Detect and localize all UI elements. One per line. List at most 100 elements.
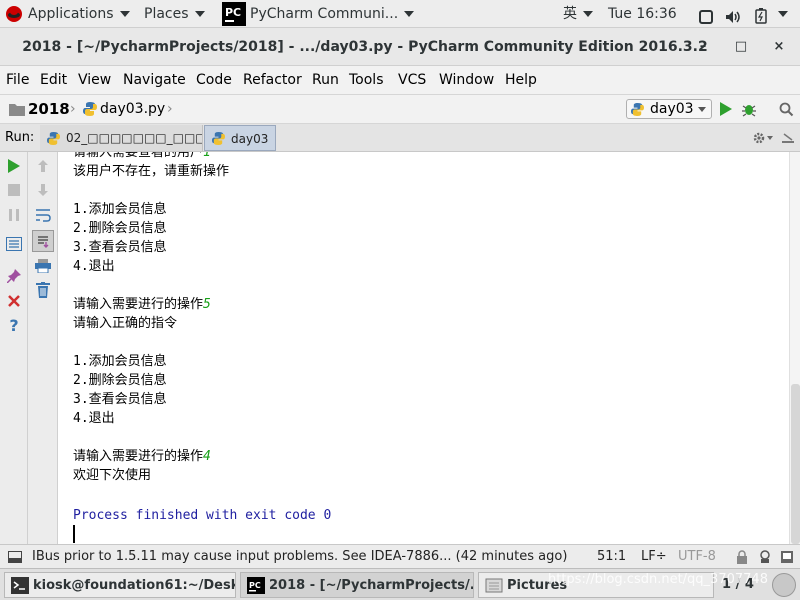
clock[interactable]: Tue 16:36	[608, 0, 677, 28]
window-overview-icon[interactable]	[699, 6, 713, 24]
applications-label: Applications	[28, 6, 114, 22]
close-run-icon[interactable]	[4, 291, 24, 311]
menu-code[interactable]: Code	[196, 66, 232, 94]
run-config-select[interactable]: day03	[626, 99, 712, 119]
dump-threads-icon[interactable]	[4, 234, 24, 254]
volume-icon[interactable]	[725, 6, 741, 23]
tool-window-toggle-icon[interactable]	[8, 551, 22, 563]
text-cursor	[73, 525, 75, 543]
console-text: 请输入需要查看的用户	[73, 152, 204, 160]
menu-vcs[interactable]: VCS	[398, 66, 426, 94]
menu-refactor[interactable]: Refactor	[243, 66, 302, 94]
breadcrumb-file[interactable]: day03.py	[100, 95, 165, 123]
menu-tools[interactable]: Tools	[349, 66, 384, 94]
print-icon[interactable]	[33, 256, 53, 276]
console-line: 2.删除会员信息	[73, 371, 167, 390]
menu-navigate[interactable]: Navigate	[123, 66, 186, 94]
console-text: Process finished with exit code 0	[73, 508, 332, 523]
close-button[interactable]: ×	[769, 37, 789, 57]
run-toolbar-secondary	[28, 152, 58, 544]
redhat-logo-icon	[6, 6, 22, 22]
status-message[interactable]: IBus prior to 1.5.11 may cause input pro…	[32, 545, 567, 569]
trash-icon[interactable]	[33, 280, 53, 300]
console-line: 请输入需要查看的用户1	[73, 152, 211, 162]
run-icon[interactable]	[720, 102, 732, 116]
run-config-label: day03	[650, 101, 694, 117]
battery-icon[interactable]	[755, 6, 767, 24]
python-file-icon	[212, 132, 225, 145]
console-line: 4.退出	[73, 409, 115, 428]
menu-bar: File Edit View Navigate Code Refactor Ru…	[0, 66, 800, 94]
hector-icon[interactable]	[758, 550, 772, 564]
gear-icon[interactable]	[752, 131, 766, 145]
menu-edit[interactable]: Edit	[40, 66, 67, 94]
console-text: 3.查看会员信息	[73, 392, 167, 407]
menu-file[interactable]: File	[6, 66, 29, 94]
window-title: 2018 - [~/PycharmProjects/2018] - .../da…	[22, 39, 708, 55]
folder-icon	[9, 104, 25, 116]
tab-run-previous[interactable]: 02_□□□□□□□_□□□□□□□	[40, 125, 203, 151]
console-text: 4.退出	[73, 259, 115, 274]
hide-panel-icon[interactable]	[782, 132, 794, 144]
console-text: 请输入正确的指令	[73, 316, 178, 331]
line-separator[interactable]: LF÷	[641, 545, 667, 569]
console-text: 请输入需要进行的操作	[73, 449, 204, 464]
input-method-label: 英	[563, 6, 577, 22]
help-icon[interactable]: ?	[4, 316, 24, 336]
console-line: 2.删除会员信息	[73, 219, 167, 238]
menu-window[interactable]: Window	[439, 66, 494, 94]
task-terminal[interactable]: kiosk@foundation61:~/Deskt...	[4, 572, 236, 598]
pin-icon[interactable]	[4, 266, 24, 286]
python-file-icon	[631, 103, 644, 116]
menu-view[interactable]: View	[78, 66, 111, 94]
menu-help[interactable]: Help	[505, 66, 537, 94]
event-log-icon[interactable]	[781, 551, 793, 563]
chevron-down-icon	[404, 11, 415, 17]
places-menu[interactable]: Places	[144, 0, 205, 28]
run-toolbar-primary: ?	[0, 152, 28, 544]
soft-wrap-icon[interactable]	[33, 205, 53, 225]
chevron-down-icon	[194, 11, 205, 17]
folder-pictures-icon	[485, 578, 503, 593]
breadcrumb-project[interactable]: 2018	[28, 95, 70, 123]
task-pycharm[interactable]: PC 2018 - [~/PycharmProjects/...	[240, 572, 474, 598]
menu-run[interactable]: Run	[312, 66, 339, 94]
chevron-down-icon	[119, 11, 130, 17]
console-user-input: 5	[203, 297, 211, 312]
system-top-bar: Applications Places PC PyCharm Communi..…	[0, 0, 800, 28]
console-text: 3.查看会员信息	[73, 240, 167, 255]
lock-icon[interactable]	[736, 550, 748, 564]
stop-icon[interactable]	[4, 180, 24, 200]
input-method-indicator[interactable]: 英	[563, 0, 593, 28]
console-text: 2.删除会员信息	[73, 221, 167, 236]
chevron-down-icon	[767, 136, 773, 140]
applications-menu[interactable]: Applications	[6, 0, 130, 28]
arrow-up-icon[interactable]	[33, 156, 53, 176]
console-output[interactable]: 请输入需要查看的用户1 该用户不存在，请重新操作 1.添加会员信息 2.删除会员信息 3…	[59, 152, 789, 544]
active-app-label: PyCharm Communi...	[250, 6, 399, 22]
console-scrollbar[interactable]	[789, 152, 800, 544]
task-label: kiosk@foundation61:~/Deskt...	[33, 578, 236, 593]
console-line: 请输入需要进行的操作5	[73, 295, 211, 314]
arrow-down-icon[interactable]	[33, 180, 53, 200]
pause-icon[interactable]	[4, 205, 24, 225]
file-encoding[interactable]: UTF-8	[678, 545, 716, 569]
active-app-menu[interactable]: PC PyCharm Communi...	[222, 0, 415, 28]
svg-text:PC: PC	[225, 6, 241, 19]
user-avatar[interactable]	[772, 573, 796, 597]
maximize-button[interactable]: □	[731, 37, 751, 57]
minimize-button[interactable]: –	[693, 37, 713, 57]
rerun-icon[interactable]	[4, 156, 24, 176]
chevron-down-icon	[778, 11, 788, 17]
caret-position[interactable]: 51:1	[597, 545, 626, 569]
scroll-to-end-icon[interactable]	[32, 230, 54, 252]
scrollbar-thumb[interactable]	[791, 384, 800, 544]
debug-icon[interactable]	[741, 101, 757, 117]
tab-run-day03[interactable]: day03	[204, 125, 276, 151]
places-label: Places	[144, 6, 189, 22]
console-line: 1.添加会员信息	[73, 352, 167, 371]
search-icon[interactable]	[779, 102, 794, 117]
system-menu[interactable]	[772, 0, 788, 28]
tab-label: 02_□□□□□□□_□□□□□□□	[66, 131, 202, 145]
console-line: 欢迎下次使用	[73, 466, 151, 485]
